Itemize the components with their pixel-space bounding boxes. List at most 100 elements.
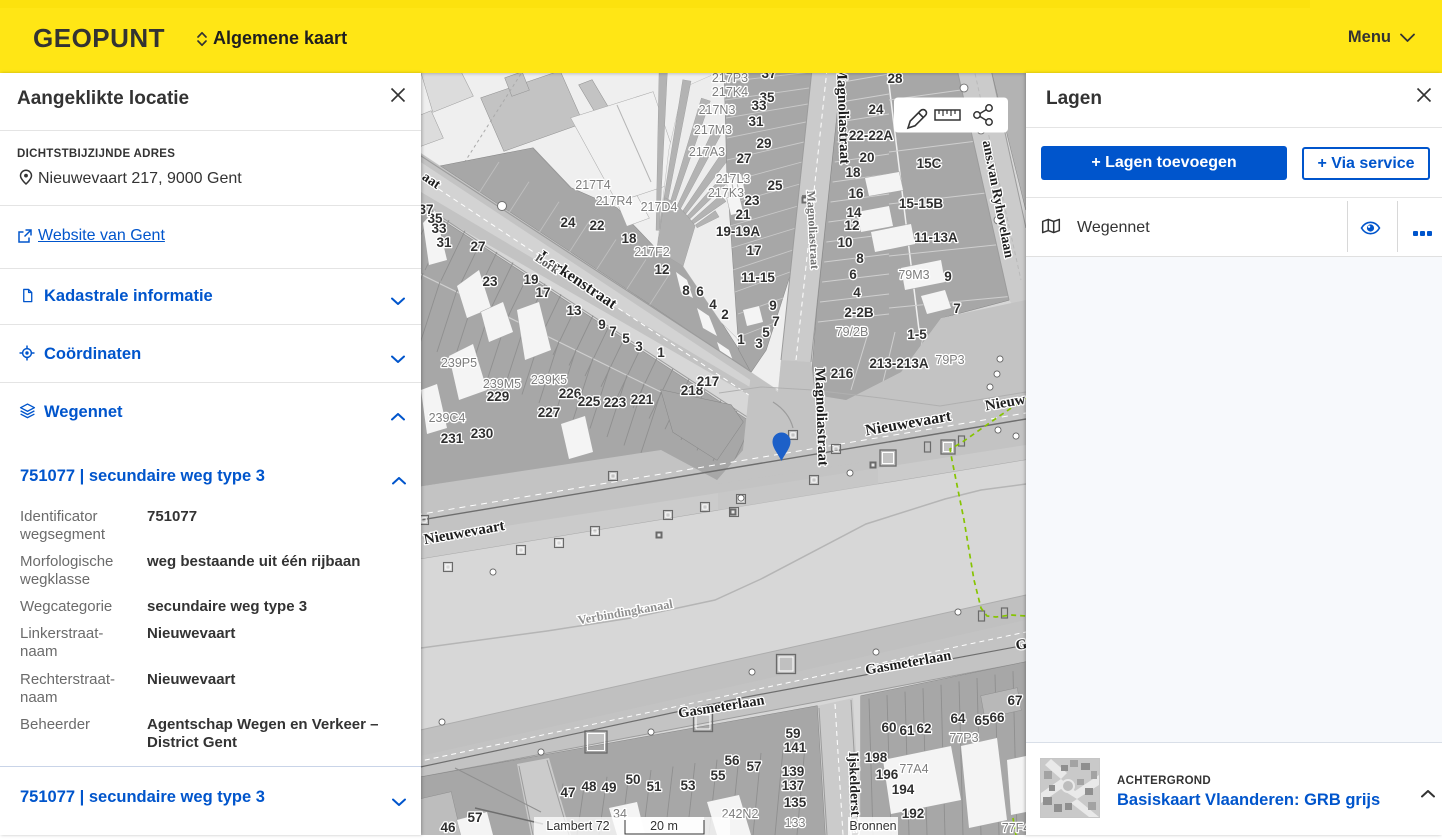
svg-text:G: G bbox=[1014, 636, 1026, 654]
svg-text:20: 20 bbox=[859, 150, 874, 165]
svg-text:24: 24 bbox=[560, 215, 576, 230]
svg-text:217A3: 217A3 bbox=[689, 145, 725, 159]
svg-text:53: 53 bbox=[680, 778, 696, 793]
svg-text:194: 194 bbox=[892, 782, 915, 797]
svg-text:7: 7 bbox=[609, 324, 617, 339]
svg-text:198: 198 bbox=[865, 750, 888, 765]
svg-text:67: 67 bbox=[1007, 693, 1022, 708]
svg-text:56: 56 bbox=[724, 753, 740, 768]
svg-text:213-213A: 213-213A bbox=[869, 356, 929, 371]
svg-text:15C: 15C bbox=[917, 156, 942, 171]
svg-text:10: 10 bbox=[837, 235, 852, 250]
svg-text:217K3: 217K3 bbox=[708, 186, 744, 200]
svg-text:223: 223 bbox=[604, 395, 627, 410]
svg-text:28: 28 bbox=[887, 71, 903, 86]
svg-text:23: 23 bbox=[744, 193, 760, 208]
svg-text:141: 141 bbox=[784, 740, 807, 755]
svg-text:192: 192 bbox=[902, 806, 925, 821]
svg-text:229: 229 bbox=[487, 389, 510, 404]
svg-text:217M3: 217M3 bbox=[694, 123, 732, 137]
svg-text:225: 225 bbox=[578, 394, 601, 409]
svg-text:217R4: 217R4 bbox=[596, 194, 633, 208]
svg-text:13: 13 bbox=[566, 303, 582, 318]
svg-text:9: 9 bbox=[598, 317, 606, 332]
svg-text:230: 230 bbox=[471, 426, 494, 441]
svg-text:1: 1 bbox=[657, 345, 665, 360]
svg-text:217K4: 217K4 bbox=[712, 85, 748, 99]
svg-text:27: 27 bbox=[736, 151, 751, 166]
svg-text:1: 1 bbox=[737, 332, 745, 347]
svg-text:19-19A: 19-19A bbox=[716, 224, 761, 239]
svg-text:48: 48 bbox=[581, 779, 597, 794]
svg-text:4: 4 bbox=[853, 285, 861, 300]
svg-text:47: 47 bbox=[560, 785, 575, 800]
svg-text:239K5: 239K5 bbox=[531, 373, 567, 387]
svg-text:18: 18 bbox=[845, 165, 861, 180]
svg-text:8: 8 bbox=[682, 283, 690, 298]
svg-text:77F4: 77F4 bbox=[1002, 821, 1026, 835]
svg-text:16: 16 bbox=[848, 186, 864, 201]
svg-text:2: 2 bbox=[721, 307, 729, 322]
svg-text:59: 59 bbox=[785, 726, 800, 741]
svg-text:31: 31 bbox=[748, 114, 764, 129]
svg-text:217: 217 bbox=[697, 374, 720, 389]
svg-text:217D4: 217D4 bbox=[641, 200, 678, 214]
svg-text:Bronnen: Bronnen bbox=[849, 819, 896, 833]
svg-text:7: 7 bbox=[953, 301, 961, 316]
svg-text:216: 216 bbox=[831, 366, 854, 381]
svg-text:8: 8 bbox=[856, 251, 864, 266]
svg-text:20 m: 20 m bbox=[650, 819, 678, 833]
svg-text:4: 4 bbox=[709, 297, 717, 312]
svg-text:217T4: 217T4 bbox=[575, 178, 610, 192]
svg-text:221: 221 bbox=[631, 392, 654, 407]
svg-text:137: 137 bbox=[782, 778, 805, 793]
svg-text:17: 17 bbox=[746, 243, 761, 258]
svg-text:11-15: 11-15 bbox=[741, 270, 775, 285]
svg-text:77A4: 77A4 bbox=[899, 762, 928, 776]
svg-text:6: 6 bbox=[696, 284, 704, 299]
svg-text:79/2B: 79/2B bbox=[836, 325, 869, 339]
svg-text:37: 37 bbox=[421, 202, 434, 217]
svg-text:6: 6 bbox=[849, 267, 857, 282]
svg-text:12: 12 bbox=[844, 218, 859, 233]
svg-text:18: 18 bbox=[621, 231, 637, 246]
svg-text:79M3: 79M3 bbox=[898, 268, 929, 282]
svg-text:27: 27 bbox=[470, 239, 485, 254]
svg-text:227: 227 bbox=[538, 405, 561, 420]
svg-text:33: 33 bbox=[751, 98, 767, 113]
svg-text:79P3: 79P3 bbox=[935, 353, 964, 367]
svg-text:49: 49 bbox=[601, 780, 616, 795]
svg-text:46: 46 bbox=[440, 820, 456, 835]
svg-text:57: 57 bbox=[746, 759, 761, 774]
svg-text:62: 62 bbox=[916, 721, 931, 736]
svg-text:231: 231 bbox=[441, 431, 464, 446]
svg-text:11-13A: 11-13A bbox=[914, 230, 958, 245]
svg-text:9: 9 bbox=[769, 298, 777, 313]
svg-text:50: 50 bbox=[625, 772, 640, 787]
svg-text:31: 31 bbox=[436, 235, 452, 250]
svg-text:25: 25 bbox=[767, 178, 783, 193]
svg-text:12: 12 bbox=[654, 262, 669, 277]
svg-text:133: 133 bbox=[785, 816, 806, 830]
svg-text:139: 139 bbox=[782, 764, 805, 779]
svg-text:217F2: 217F2 bbox=[634, 245, 669, 259]
svg-text:217P3: 217P3 bbox=[712, 71, 748, 85]
svg-text:5: 5 bbox=[622, 331, 630, 346]
svg-text:21: 21 bbox=[735, 207, 751, 222]
svg-text:61: 61 bbox=[899, 723, 915, 738]
svg-text:3: 3 bbox=[755, 336, 763, 351]
svg-text:24: 24 bbox=[868, 102, 884, 117]
svg-text:9: 9 bbox=[944, 269, 952, 284]
svg-text:239C4: 239C4 bbox=[429, 411, 466, 425]
svg-text:217N3: 217N3 bbox=[699, 103, 736, 117]
svg-text:196: 196 bbox=[876, 767, 899, 782]
svg-text:15-15B: 15-15B bbox=[899, 196, 944, 211]
svg-text:7: 7 bbox=[772, 314, 780, 329]
svg-text:239P5: 239P5 bbox=[441, 356, 477, 370]
svg-text:22-22A: 22-22A bbox=[849, 128, 894, 143]
svg-text:33: 33 bbox=[431, 221, 447, 236]
svg-text:77P3: 77P3 bbox=[949, 731, 978, 745]
svg-text:135: 135 bbox=[784, 795, 807, 810]
svg-text:51: 51 bbox=[646, 779, 662, 794]
svg-text:60: 60 bbox=[881, 720, 896, 735]
